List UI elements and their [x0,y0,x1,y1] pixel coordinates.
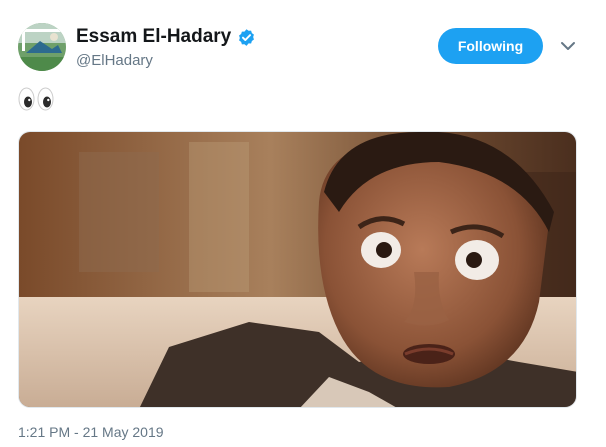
verified-badge-icon [239,28,255,46]
eyes-emoji-icon [37,87,54,111]
tweet-timestamp[interactable]: 1:21 PM - 21 May 2019 [18,424,164,440]
display-name-text[interactable]: Essam El-Hadary [76,26,231,48]
tweet-photo[interactable] [18,131,577,408]
tweet-card: Essam El-Hadary @ElHadary Following 1:21… [0,0,606,447]
eyes-emoji-icon [18,87,35,111]
chevron-down-icon[interactable] [560,40,576,52]
display-name[interactable]: Essam El-Hadary [76,26,256,48]
following-button[interactable]: Following [438,28,543,64]
tweet-text [18,87,54,111]
user-handle[interactable]: @ElHadary [76,52,153,69]
photo-image [19,132,576,407]
avatar[interactable] [18,23,66,71]
